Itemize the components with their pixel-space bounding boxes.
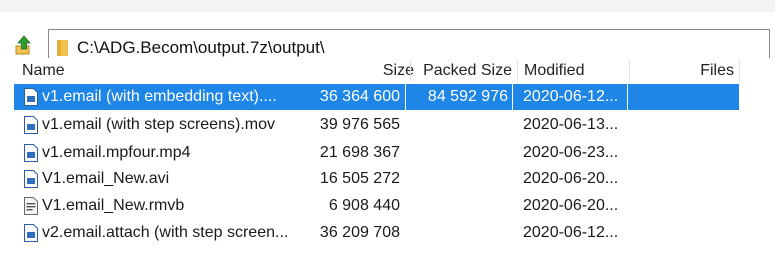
video-file-icon [24, 224, 38, 242]
window-top-strip [0, 0, 775, 12]
file-files [634, 220, 734, 246]
file-files [634, 84, 734, 110]
folder-up-arrow-icon [15, 35, 31, 55]
cell-divider [627, 84, 628, 110]
video-file-icon [24, 170, 38, 188]
video-file-icon [24, 116, 38, 134]
address-bar: C:\ADG.Becom\output.7z\output\ [0, 12, 775, 65]
cell-divider [405, 84, 406, 110]
file-row[interactable]: v1.email.mpfour.mp4 21 698 367 2020-06-2… [14, 140, 775, 166]
column-header-name[interactable]: Name [22, 58, 65, 83]
file-modified: 2020-06-20... [523, 197, 619, 214]
file-row[interactable]: v2.email.attach (with step screen... 36 … [14, 220, 775, 246]
file-row[interactable]: v1.email (with step screens).mov 39 976 … [14, 112, 775, 138]
folder-up-button[interactable] [14, 34, 34, 56]
file-modified: 2020-06-23... [523, 144, 619, 161]
file-size: 36 209 708 [319, 224, 400, 241]
file-packed-size [416, 166, 508, 192]
file-packed-size [416, 193, 508, 219]
file-name: v1.email (with embedding text).... [42, 88, 277, 105]
file-modified: 2020-06-13... [523, 116, 619, 133]
file-modified: 2020-06-20... [523, 170, 619, 187]
file-files [634, 140, 734, 166]
file-files [634, 193, 734, 219]
file-size: 39 976 565 [319, 116, 400, 133]
file-name: v2.email.attach (with step screen... [42, 224, 289, 241]
path-text[interactable]: C:\ADG.Becom\output.7z\output\ [77, 37, 325, 59]
column-separator[interactable] [410, 60, 411, 82]
column-separator[interactable] [517, 60, 518, 82]
file-packed-size [416, 140, 508, 166]
file-files [634, 166, 734, 192]
column-header: Name Size Packed Size Modified Files [14, 58, 775, 83]
file-modified: 2020-06-12... [523, 88, 619, 105]
generic-file-icon [24, 197, 38, 215]
video-file-icon [24, 88, 38, 106]
file-packed-size [416, 220, 508, 246]
column-header-files[interactable]: Files [634, 58, 734, 83]
file-size: 36 364 600 [319, 88, 400, 105]
file-name: V1.email_New.avi [42, 170, 170, 187]
file-size: 6 908 440 [328, 197, 400, 214]
file-row[interactable]: v1.email (with embedding text).... 36 36… [14, 84, 775, 110]
file-name: v1.email.mpfour.mp4 [42, 144, 191, 161]
file-name: v1.email (with step screens).mov [42, 116, 275, 133]
cell-divider [512, 84, 513, 110]
file-name: V1.email_New.rmvb [42, 197, 185, 214]
column-separator[interactable] [629, 60, 630, 82]
file-packed-size [416, 112, 508, 138]
file-files [634, 112, 734, 138]
file-packed-size: 84 592 976 [427, 88, 508, 105]
column-header-packed-size[interactable]: Packed Size [416, 58, 512, 83]
file-size: 16 505 272 [319, 170, 400, 187]
column-header-size[interactable]: Size [324, 58, 414, 83]
column-separator[interactable] [739, 60, 740, 82]
file-size: 21 698 367 [319, 144, 400, 161]
video-file-icon [24, 144, 38, 162]
column-header-modified[interactable]: Modified [524, 58, 584, 83]
file-row[interactable]: V1.email_New.avi 16 505 272 2020-06-20..… [14, 166, 775, 192]
file-modified: 2020-06-12... [523, 224, 619, 241]
folder-icon [57, 40, 68, 56]
file-row[interactable]: V1.email_New.rmvb 6 908 440 2020-06-20..… [14, 193, 775, 219]
